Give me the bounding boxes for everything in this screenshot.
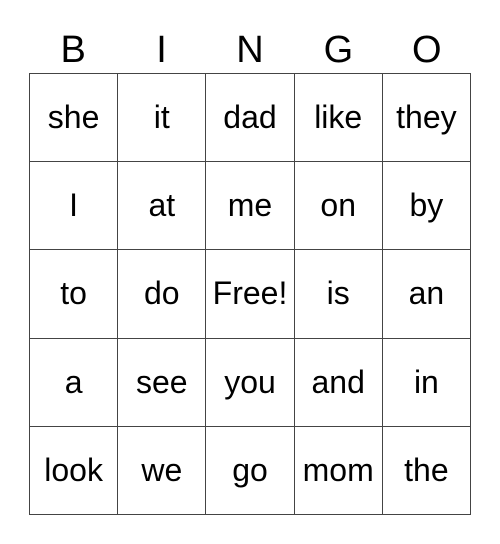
bingo-cell[interactable]: do xyxy=(118,250,207,339)
bingo-cell[interactable]: I xyxy=(30,162,119,251)
bingo-cell[interactable]: go xyxy=(206,426,295,515)
bingo-cell[interactable]: dad xyxy=(206,74,295,163)
bingo-cell[interactable]: look xyxy=(30,426,119,515)
free-space-cell[interactable]: Free! xyxy=(206,250,295,339)
bingo-cell[interactable]: she xyxy=(30,74,119,163)
bingo-cell[interactable]: the xyxy=(382,426,471,515)
bingo-cell[interactable]: to xyxy=(30,250,119,339)
header-letter: N xyxy=(236,29,264,71)
bingo-cell[interactable]: on xyxy=(294,162,383,251)
bingo-cell[interactable]: mom xyxy=(294,426,383,515)
header-letter: O xyxy=(411,29,442,71)
bingo-cell[interactable]: like xyxy=(294,74,383,163)
header-letter: I xyxy=(156,29,167,71)
bingo-cell[interactable]: is xyxy=(294,250,383,339)
bingo-cell[interactable]: at xyxy=(118,162,207,251)
bingo-cell[interactable]: a xyxy=(30,338,119,427)
header-letter: G xyxy=(323,29,354,71)
bingo-cell[interactable]: in xyxy=(382,338,471,427)
bingo-cell[interactable]: you xyxy=(206,338,295,427)
bingo-cell[interactable]: they xyxy=(382,74,471,163)
bingo-cell[interactable]: it xyxy=(118,74,207,163)
bingo-cell[interactable]: we xyxy=(118,426,207,515)
header-letter: B xyxy=(60,29,86,71)
bingo-cell[interactable]: and xyxy=(294,338,383,427)
bingo-cell[interactable]: see xyxy=(118,338,207,427)
bingo-cell[interactable]: by xyxy=(382,162,471,251)
bingo-grid: she it dad like they Iat me on by to do Free! is an a s… xyxy=(29,73,471,515)
bingo-header: BINGO xyxy=(29,28,471,72)
bingo-cell[interactable]: me xyxy=(206,162,295,251)
bingo-cell[interactable]: an xyxy=(382,250,471,339)
